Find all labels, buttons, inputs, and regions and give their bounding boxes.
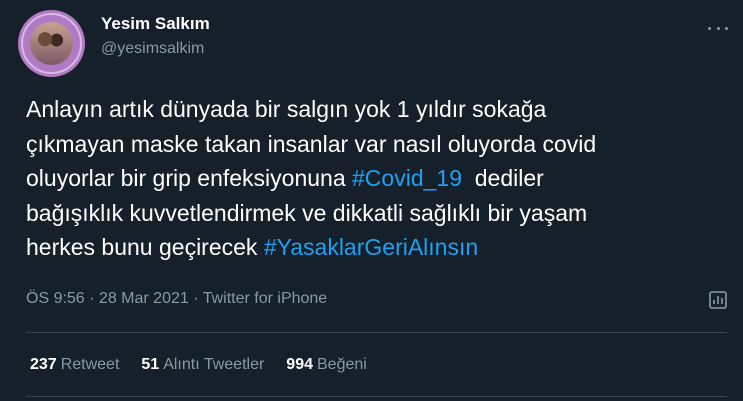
avatar-ring [21,13,82,74]
quotes-count: 51 [141,356,160,373]
more-horizontal-icon[interactable] [708,18,728,38]
retweets-label: Retweet [60,356,120,373]
meta-separator: · [188,290,203,307]
likes-label: Beğeni [317,356,367,373]
tweet-meta: ÖS 9:56 · 28 Mar 2021 · Twitter for iPho… [26,290,327,308]
tweet-line: çıkmayan maske takan insanlar var nasıl … [26,130,597,157]
avatar[interactable] [18,10,85,77]
tweet-line: oluyorlar bir grip enfeksiyonuna [26,165,353,191]
author-handle[interactable]: @yesimsalkim [101,40,204,58]
likes-stat[interactable]: 994 Beğeni [286,356,367,374]
tweet-date[interactable]: 28 Mar 2021 [99,290,189,307]
hashtag-link-covid[interactable]: #Covid_19 [352,165,462,191]
meta-separator: · [84,290,99,307]
tweet-line: Anlayın artık dünyada bir salgın yok 1 y… [26,96,547,122]
divider [26,396,727,397]
author-name[interactable]: Yesim Salkım [101,14,210,34]
tweet-source[interactable]: Twitter for iPhone [203,290,328,307]
tweet-text: Anlayın artık dünyada bir salgın yok 1 y… [26,92,726,265]
retweets-stat[interactable]: 237 Retweet [30,356,119,374]
tweet-line: bağışıklık kuvvetlendirmek ve dikkatli s… [26,199,588,226]
tweet-line: herkes bunu geçirecek [26,234,264,260]
retweets-count: 237 [30,356,57,373]
tweet-stats: 237 Retweet 51 Alıntı Tweetler 994 Beğeni [30,356,389,374]
hashtag-link-yasaklar[interactable]: #YasaklarGeriAlınsın [264,234,478,260]
likes-count: 994 [286,356,313,373]
analytics-icon[interactable] [707,289,729,311]
divider [26,332,727,333]
quotes-stat[interactable]: 51 Alıntı Tweetler [141,356,264,374]
quotes-label: Alıntı Tweetler [163,356,265,373]
tweet-line: dediler [461,165,544,191]
tweet-time[interactable]: ÖS 9:56 [26,290,85,307]
